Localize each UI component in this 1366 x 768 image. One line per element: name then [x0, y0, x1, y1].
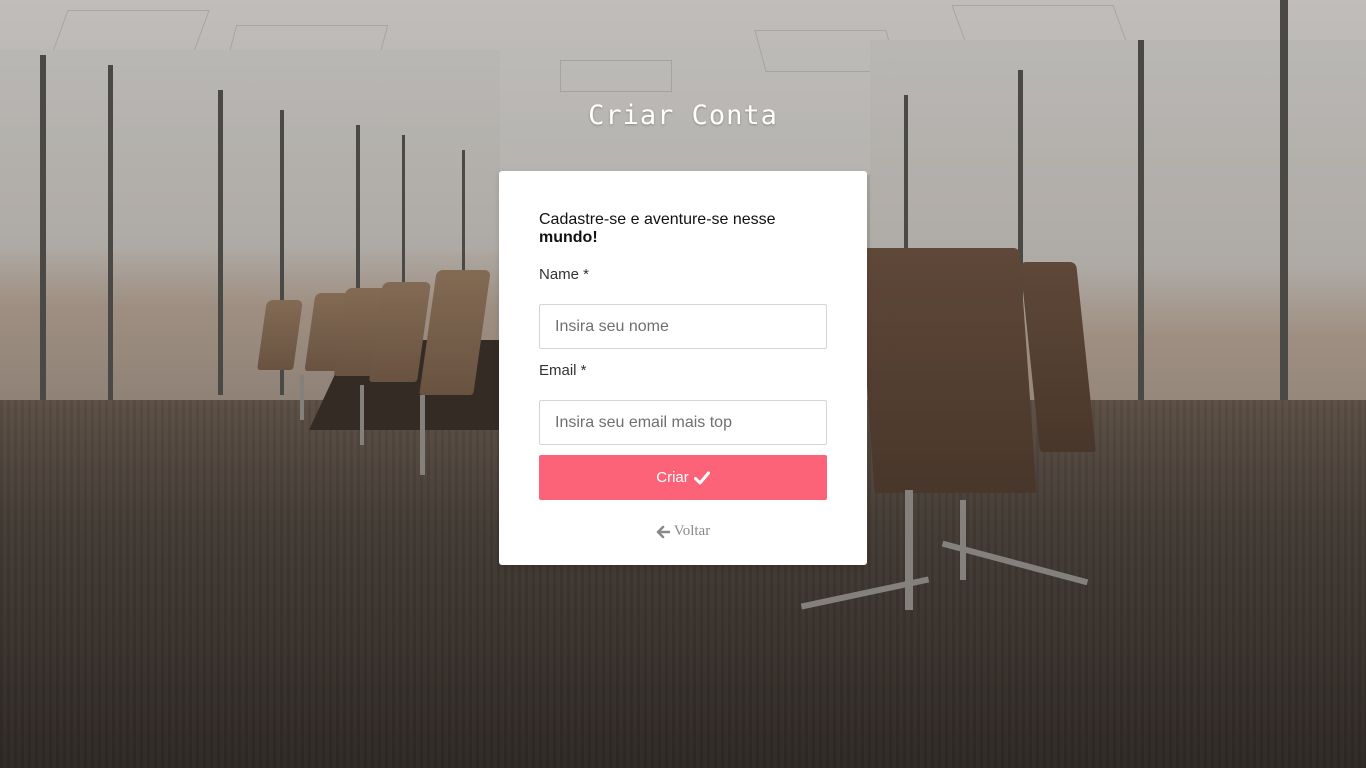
name-label: Name *	[539, 266, 590, 283]
page-title: Criar Conta	[588, 100, 778, 131]
create-button-label: Criar	[656, 469, 689, 486]
create-button[interactable]: Criar	[539, 455, 827, 500]
back-link-label: Voltar	[673, 523, 711, 539]
back-link[interactable]: Voltar	[539, 523, 827, 540]
form-subtitle: Cadastre-se e aventure-se nesse mundo!	[539, 211, 827, 247]
name-input[interactable]	[539, 304, 827, 349]
signup-card: Cadastre-se e aventure-se nesse mundo! N…	[499, 171, 867, 565]
check-icon	[693, 471, 710, 484]
subtitle-text: Cadastre-se e aventure-se nesse	[539, 211, 776, 228]
email-label: Email *	[539, 362, 587, 379]
email-input[interactable]	[539, 400, 827, 445]
subtitle-emphasis: mundo!	[539, 229, 598, 246]
arrow-left-icon	[656, 525, 670, 538]
